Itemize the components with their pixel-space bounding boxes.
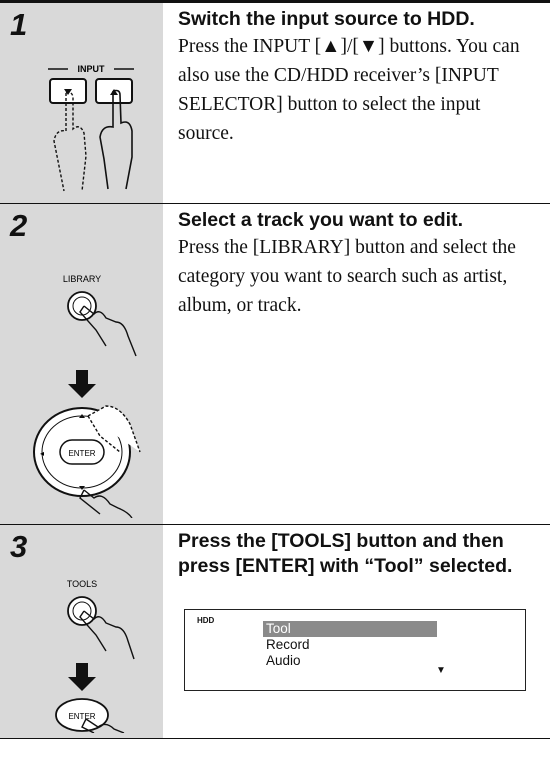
scroll-down-indicator-icon: ▼ (436, 665, 446, 676)
display-source: HDD (197, 616, 215, 625)
input-down-button (49, 78, 87, 104)
pointing-hand-icon (53, 91, 87, 192)
step-1-content: Switch the input source to HDD. Press th… (178, 7, 538, 148)
display-item-tool: Tool (263, 621, 437, 637)
step-3-title: Press the [TOOLS] button and then press … (178, 530, 513, 577)
step-1-title: Switch the input source to HDD. (178, 8, 475, 30)
step-2-number: 2 (10, 208, 28, 243)
library-label: LIBRARY (63, 274, 101, 284)
step-3: 3 TOOLS ENTER Press the [TOOLS] button a… (0, 525, 550, 738)
hdd-display-screen: HDD Tool Record Audio ▼ (184, 609, 526, 691)
down-arrow-icon (68, 663, 96, 691)
enter-label: ENTER (68, 712, 95, 721)
down-arrow-icon (68, 370, 96, 398)
pad-enter-label: ENTER (68, 449, 95, 458)
input-buttons-illustration: INPUT (48, 64, 134, 192)
library-button (67, 291, 97, 321)
step-2-title: Select a track you want to edit. (178, 209, 463, 231)
display-item-record: Record (266, 637, 310, 652)
svg-text:◂: ◂ (40, 449, 44, 458)
input-label: INPUT (78, 64, 106, 74)
step-2-body: Press the [LIBRARY] button and select th… (178, 237, 516, 316)
tools-button (67, 596, 97, 626)
tools-label: TOOLS (67, 579, 97, 589)
pointing-hand-icon (99, 89, 133, 190)
library-button-illustration: LIBRARY ENTER ◂ (33, 274, 141, 518)
display-item-audio: Audio (266, 653, 301, 668)
step-3-content: Press the [TOOLS] button and then press … (178, 529, 538, 579)
step-3-number: 3 (10, 529, 28, 564)
tools-button-illustration: TOOLS ENTER (55, 579, 135, 733)
step-2: 2 LIBRARY ENTER ◂ Select a track you wan… (0, 204, 550, 524)
step-2-content: Select a track you want to edit. Press t… (178, 208, 538, 320)
step-1: 1 INPUT Switch the input source to HDD. … (0, 3, 550, 203)
bottom-rule (0, 738, 550, 739)
step-1-number: 1 (10, 7, 28, 42)
step-1-body: Press the INPUT [▲]/[▼] buttons. You can… (178, 36, 520, 144)
